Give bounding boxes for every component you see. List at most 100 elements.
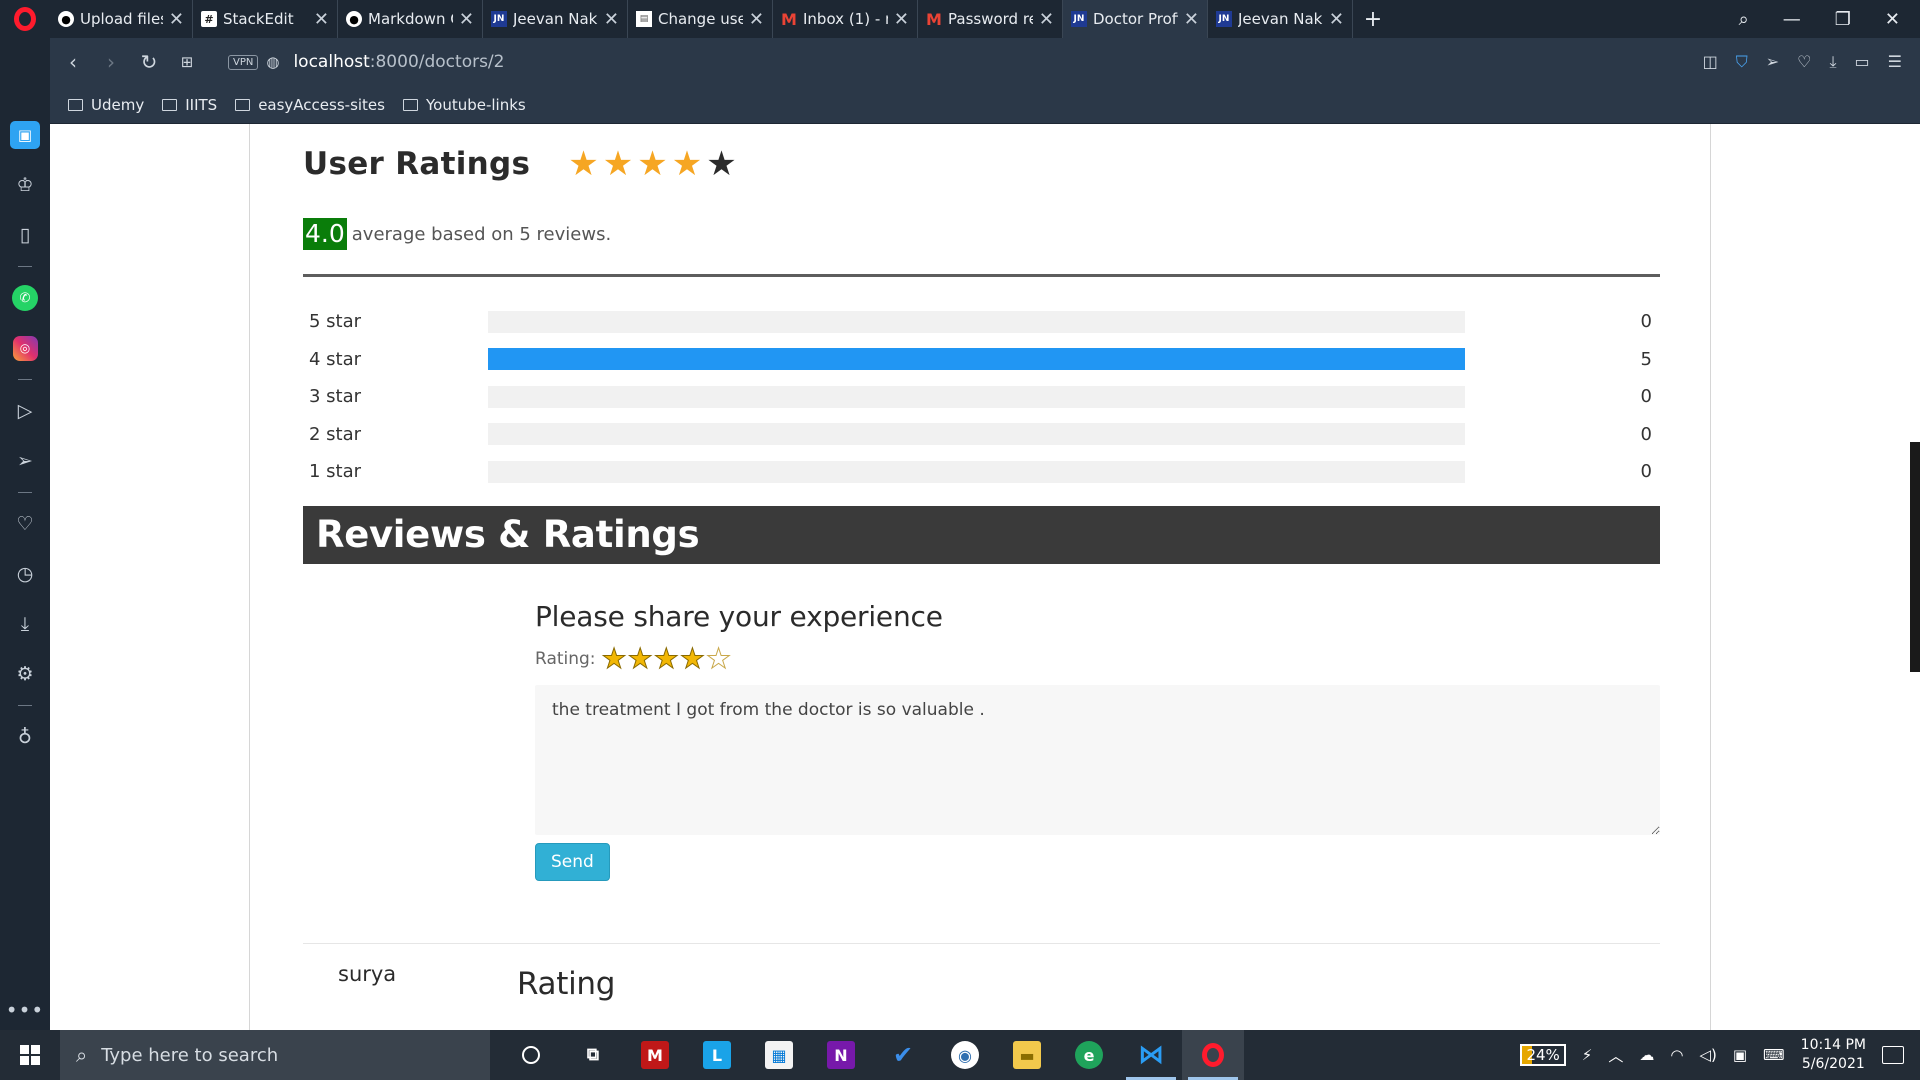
tab-jeevan-naksha-2[interactable]: JN Jeevan Naksha ✕ [1208,0,1353,38]
more-dots-icon[interactable]: ••• [6,998,44,1022]
tab-inbox[interactable]: M Inbox (1) - maha ✕ [773,0,918,38]
wifi-icon[interactable]: ◠ [1670,1046,1683,1064]
flow-send-icon[interactable]: ➢ [0,436,50,486]
close-tab-icon[interactable]: ✕ [894,9,909,30]
tab-markdown-cheatsheet[interactable]: ● Markdown Chea ✕ [338,0,483,38]
rating-star-filled-icon[interactable]: ★ [653,644,679,673]
opera-sidebar: ▣ ♔ ▯ ✆ ◎ ▷ ➢ ♡ ◷ ⤓ ⚙ ♁ ••• [0,38,50,1030]
opera-logo-icon[interactable] [0,0,50,38]
rating-star-filled-icon[interactable]: ★ [627,644,653,673]
sidebar-divider [18,492,32,493]
close-tab-icon[interactable]: ✕ [1039,9,1054,30]
close-tab-icon[interactable]: ✕ [459,9,474,30]
jn-icon: JN [491,11,507,27]
bookmarks-book-icon[interactable]: ▯ [0,210,50,260]
tab-upload-files[interactable]: ● Upload files · bar ✕ [50,0,193,38]
whatsapp-desktop-icon[interactable]: ◉ [934,1030,996,1080]
scrollbar-thumb[interactable] [1910,442,1920,672]
bookmark-youtube-links[interactable]: Youtube-links [402,96,526,114]
notification-center-icon[interactable] [1882,1046,1904,1064]
shield-icon[interactable]: ⛉ [1736,52,1748,72]
lightbulb-icon[interactable]: ♁ [0,712,50,762]
tab-doctor-profile[interactable]: JN Doctor Profile ✕ [1063,0,1208,38]
search-tabs-icon[interactable]: ⌕ [1739,9,1749,30]
start-button[interactable] [0,1030,60,1080]
rating-star-filled-icon[interactable]: ★ [679,644,705,673]
edge-icon[interactable]: e [1058,1030,1120,1080]
app-l-icon[interactable]: L [686,1030,748,1080]
easy-setup-icon[interactable]: ☰ [1888,52,1902,72]
new-tab-button[interactable]: + [1353,0,1393,38]
heart-icon[interactable]: ♡ [0,499,50,549]
star-filled-icon: ★ [568,144,599,184]
onedrive-icon[interactable]: ☁ [1639,1046,1654,1064]
mcafee-icon[interactable]: M [624,1030,686,1080]
player-icon[interactable]: ▷ [0,386,50,436]
history-clock-icon[interactable]: ◷ [0,549,50,599]
tab-change-user[interactable]: ▤ Change user | Dj ✕ [628,0,773,38]
workspaces-icon[interactable]: ▣ [0,110,50,160]
camera-icon[interactable]: ◫ [1703,52,1718,72]
todo-icon[interactable]: ✔ [872,1030,934,1080]
heart-icon[interactable]: ♡ [1797,52,1811,72]
forward-icon[interactable]: › [92,50,130,74]
close-tab-icon[interactable]: ✕ [314,9,329,30]
instagram-icon[interactable]: ◎ [0,323,50,373]
volume-icon[interactable]: ◁) [1699,1046,1716,1064]
close-tab-icon[interactable]: ✕ [749,9,764,30]
bookmark-iiits[interactable]: IIITS [162,96,217,114]
reviews-banner: Reviews & Ratings [303,505,1660,564]
speed-dial-icon[interactable]: ⊞ [168,53,206,71]
close-tab-icon[interactable]: ✕ [1329,9,1344,30]
meet-now-icon[interactable]: ▣ [1733,1046,1747,1064]
back-icon[interactable]: ‹ [54,50,92,74]
tab-stackedit[interactable]: # StackEdit ✕ [193,0,338,38]
browser-tab-strip: ● Upload files · bar ✕ # StackEdit ✕ ● M… [0,0,1920,38]
distribution-row: 4 star 5 [303,341,1660,379]
send-button[interactable]: Send [535,842,610,881]
sidebar-divider [18,379,32,380]
battery-saver-icon[interactable]: ▭ [1855,52,1870,72]
bookmark-easyaccess[interactable]: easyAccess-sites [235,96,385,114]
opera-taskbar-icon[interactable] [1182,1030,1244,1080]
github-icon: ● [58,11,74,27]
url-input[interactable]: localhost:8000/doctors/2 [293,52,504,72]
settings-gear-icon[interactable]: ⚙ [0,649,50,699]
reload-icon[interactable]: ↻ [130,50,168,74]
restore-icon[interactable]: ❐ [1835,9,1851,30]
close-tab-icon[interactable]: ✕ [169,9,184,30]
close-tab-icon[interactable]: ✕ [1184,9,1199,30]
downloads-icon[interactable]: ⤓ [0,599,50,649]
keyboard-icon[interactable]: ⌨ [1763,1046,1785,1064]
download-icon[interactable]: ⤓ [1829,52,1836,72]
file-explorer-icon[interactable]: ▬ [996,1030,1058,1080]
battery-indicator[interactable]: 24% [1520,1044,1566,1066]
taskbar-search-box[interactable]: ⌕ Type here to search [60,1030,490,1080]
chevron-up-icon[interactable]: ︿ [1608,1045,1623,1066]
bookmark-udemy[interactable]: Udemy [68,96,144,114]
onenote-icon[interactable]: N [810,1030,872,1080]
taskbar-clock[interactable]: 10:14 PM 5/6/2021 [1801,1036,1866,1074]
tab-jeevan-naksha[interactable]: JN Jeevan Naksha ✕ [483,0,628,38]
tab-password-reset[interactable]: M Password reset c ✕ [918,0,1063,38]
review-textarea[interactable] [535,684,1660,835]
close-tab-icon[interactable]: ✕ [604,9,619,30]
store-icon[interactable]: ▦ [748,1030,810,1080]
send-icon[interactable]: ➢ [1766,52,1779,72]
close-window-icon[interactable]: ✕ [1885,9,1900,30]
clock-time: 10:14 PM [1800,1037,1866,1053]
whatsapp-icon[interactable]: ✆ [0,273,50,323]
task-view-icon[interactable]: ⧉ [562,1030,624,1080]
jn-icon: JN [1216,11,1232,27]
crown-icon[interactable]: ♔ [0,160,50,210]
vscode-icon[interactable]: ⋈ [1120,1030,1182,1080]
minimize-icon[interactable]: — [1783,9,1801,30]
rating-star-input[interactable]: ★ ★ ★ ★ ★ [601,644,732,673]
bookmarks-bar: Udemy IIITS easyAccess-sites Youtube-lin… [50,86,1920,124]
rating-star-filled-icon[interactable]: ★ [601,644,627,673]
cortana-icon[interactable] [500,1030,562,1080]
vpn-badge[interactable]: VPN [228,54,259,70]
rating-star-empty-icon[interactable]: ★ [705,644,731,673]
power-plug-icon[interactable]: ⚡ [1582,1046,1593,1064]
review-rating-heading: Rating [517,965,616,1002]
